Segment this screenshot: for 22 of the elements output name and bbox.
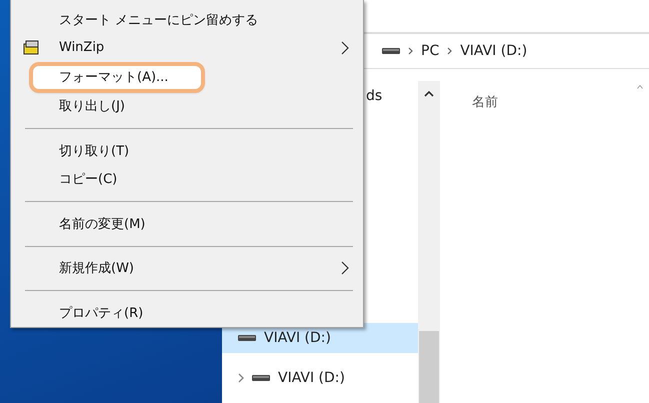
scrollbar-thumb[interactable] bbox=[419, 331, 439, 403]
chevron-icon bbox=[447, 47, 452, 55]
menu-item[interactable]: 新規作成(W) bbox=[11, 254, 363, 282]
menu-item[interactable]: 取り出し(J) bbox=[11, 92, 363, 120]
column-header[interactable]: 名前 bbox=[472, 91, 498, 111]
menu-item[interactable]: コピー(C) bbox=[11, 165, 363, 193]
expand-icon[interactable] bbox=[238, 373, 244, 383]
sort-icon bbox=[637, 85, 643, 89]
menu-item[interactable]: 名前の変更(M) bbox=[11, 210, 363, 238]
menu-item[interactable]: 切り取り(T) bbox=[11, 137, 363, 166]
menu-item[interactable]: スタート メニューにピン留めする bbox=[11, 6, 363, 34]
navigation-item[interactable]: VIAVI (D:) bbox=[222, 363, 418, 393]
chevron-icon bbox=[408, 47, 413, 55]
drive-icon bbox=[238, 334, 256, 342]
drive-icon bbox=[252, 374, 270, 382]
folder-icon bbox=[23, 40, 41, 56]
drive-icon bbox=[382, 47, 400, 55]
breadcrumb-item[interactable]: VIAVI (D:) bbox=[460, 43, 528, 59]
breadcrumb-item[interactable]: PC bbox=[421, 43, 440, 59]
scroll-up-icon[interactable] bbox=[424, 91, 434, 97]
scrollbar[interactable] bbox=[418, 81, 440, 403]
menu-item[interactable]: フォーマット(A)... bbox=[31, 64, 203, 91]
